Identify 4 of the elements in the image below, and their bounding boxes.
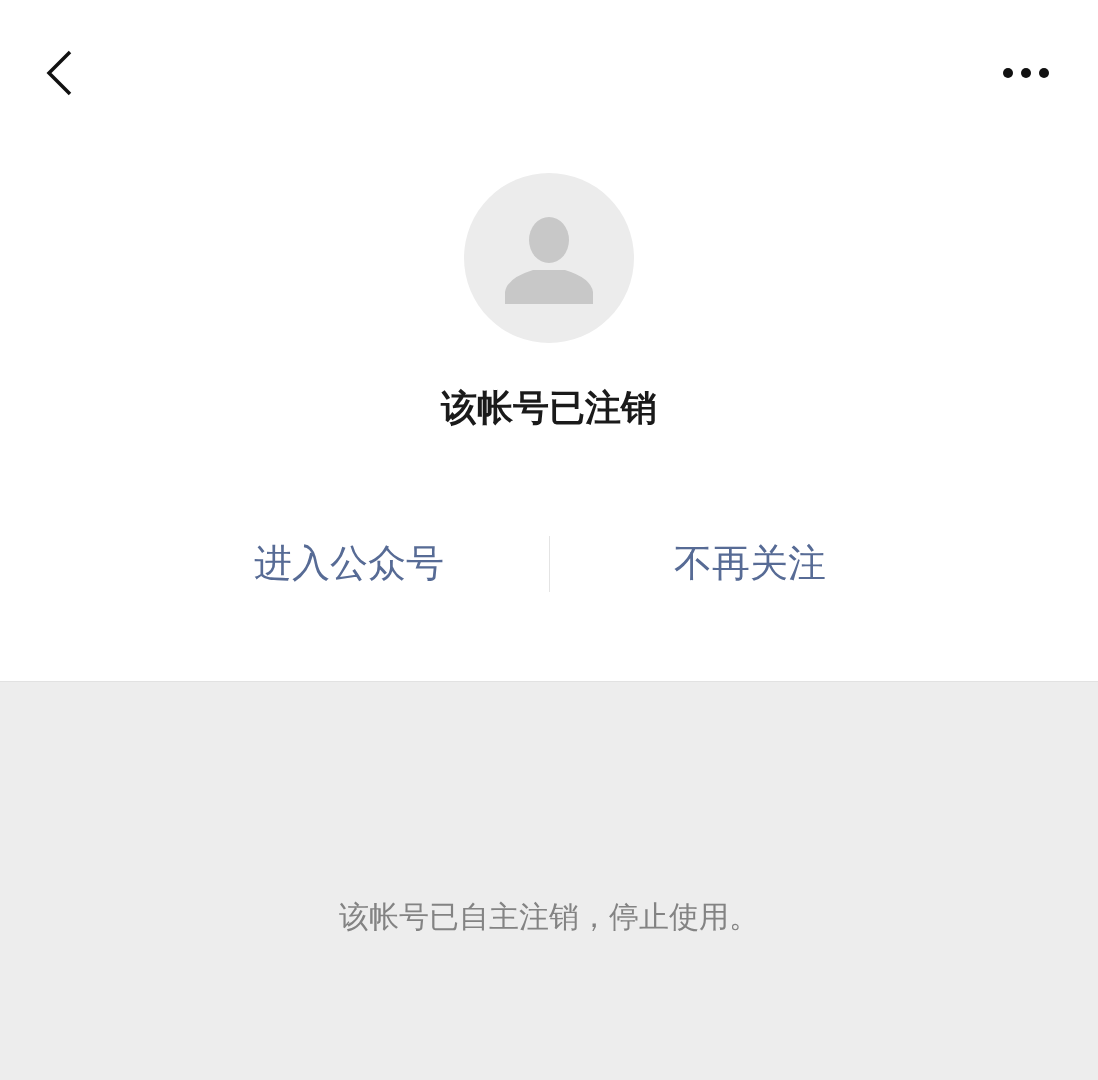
notice-text: 该帐号已自主注销，停止使用。 (339, 899, 759, 934)
action-link[interactable]: 不再关注 (549, 535, 950, 592)
account-name: 该帐号已注销 (441, 386, 657, 430)
action-link[interactable]: 进入公众号 (148, 535, 549, 592)
